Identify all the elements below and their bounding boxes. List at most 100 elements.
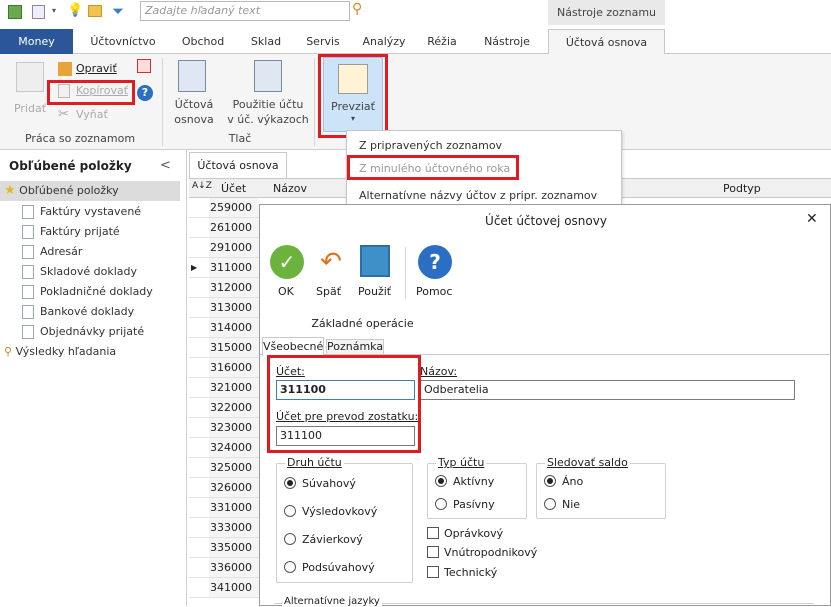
favorites-root[interactable]: ★ Obľúbené položky — [0, 181, 180, 201]
usage-label-2: v úč. výkazoch — [227, 113, 309, 126]
favorites-item-label: Faktúry prijaté — [40, 225, 120, 238]
table-row[interactable]: 321000 — [189, 378, 259, 398]
favorites-item[interactable]: Faktúry vystavené — [22, 202, 141, 222]
edit-label: Opraviť — [76, 62, 117, 75]
radio-passive-label: Pasívny — [453, 498, 495, 511]
search-results-item[interactable]: ⚲ Výsledky hľadania — [4, 342, 116, 362]
table-row[interactable]: 316000 — [189, 358, 259, 378]
table-row[interactable]: 326000 — [189, 478, 259, 498]
favorites-item-label: Bankové doklady — [40, 305, 135, 318]
lightbulb-icon[interactable]: 💡 — [67, 3, 83, 18]
table-row[interactable]: 313000 — [189, 298, 259, 318]
account-kind-title: Druh účtu — [285, 456, 344, 469]
table-row[interactable]: 341000 — [189, 578, 259, 598]
collapse-pane-icon[interactable]: < — [160, 158, 171, 173]
favorites-item-label: Adresár — [40, 245, 83, 258]
table-row[interactable]: 335000 — [189, 538, 259, 558]
table-row[interactable]: 324000 — [189, 438, 259, 458]
favorites-item[interactable]: Pokladničné doklady — [22, 282, 153, 302]
table-row[interactable]: 312000 — [189, 278, 259, 298]
document-icon — [22, 305, 34, 319]
checkbox-technical[interactable] — [427, 566, 439, 578]
radio-yes[interactable] — [544, 475, 556, 487]
tab-sklad[interactable]: Sklad — [242, 29, 290, 54]
favorites-item[interactable]: Objednávky prijaté — [22, 322, 144, 342]
column-header-account[interactable]: Účet — [221, 182, 246, 195]
cut-button[interactable]: ✂ Vyňať — [58, 106, 138, 124]
row-pointer-icon: ▶ — [191, 263, 198, 272]
tab-uctovnictvo[interactable]: Účtovníctvo — [82, 29, 164, 54]
table-row[interactable]: 291000 — [189, 238, 259, 258]
table-row[interactable]: 314000 — [189, 318, 259, 338]
column-header-subtype[interactable]: Podtyp — [723, 182, 761, 195]
table-row[interactable]: 331000 — [189, 498, 259, 518]
favorites-item[interactable]: Bankové doklady — [22, 302, 134, 322]
radio-closing[interactable] — [284, 533, 296, 545]
tab-nastroje[interactable]: Nástroje — [472, 29, 542, 54]
checkbox-internal[interactable] — [427, 546, 439, 558]
table-row[interactable]: 323000 — [189, 418, 259, 438]
name-field[interactable]: Odberatelia — [420, 380, 795, 400]
edit-button[interactable]: Opraviť — [58, 60, 138, 78]
menu-item-from-prepared[interactable]: Z pripravených zoznamov — [359, 139, 502, 152]
tab-note[interactable]: Poznámka — [326, 339, 384, 355]
radio-offbalance-label: Podsúvahový — [302, 561, 375, 574]
favorites-item[interactable]: Adresár — [22, 242, 82, 262]
table-row[interactable]: 315000 — [189, 338, 259, 358]
document-icon — [22, 205, 34, 219]
radio-offbalance[interactable] — [284, 561, 296, 573]
search-icon[interactable]: ⚲ — [352, 1, 362, 17]
table-row[interactable]: 259000 — [189, 198, 259, 218]
menu-item-alt-names[interactable]: Alternatívne názvy účtov z pripr. zoznam… — [359, 189, 597, 202]
sort-icon[interactable]: A↓Z — [192, 181, 212, 191]
favorites-item[interactable]: Faktúry prijaté — [22, 222, 120, 242]
account-cell: 335000 — [209, 538, 259, 557]
table-row[interactable]: 333000 — [189, 518, 259, 538]
table-row[interactable]: 336000 — [189, 558, 259, 578]
account-usage-button[interactable]: Použitie účtu v úč. výkazoch — [226, 60, 310, 130]
tab-obchod[interactable]: Obchod — [172, 29, 234, 54]
account-dialog: Účet účtovej osnovy ✕ ✓ OK ↶ Späť Použiť… — [259, 204, 831, 607]
tab-uctova-osnova[interactable]: Účtová osnova — [548, 29, 665, 55]
table-row[interactable]: 261000 — [189, 218, 259, 238]
favorites-item-label: Skladové doklady — [40, 265, 138, 278]
grid-tab[interactable]: Účtová osnova — [189, 152, 287, 178]
add-button[interactable]: Pridať — [10, 60, 50, 116]
radio-no[interactable] — [544, 498, 556, 510]
account-cell: 321000 — [209, 378, 259, 397]
favorites-pane: Obľúbené položky < ★ Obľúbené položky Fa… — [0, 150, 187, 606]
favorites-item[interactable]: Skladové doklady — [22, 262, 137, 282]
radio-passive[interactable] — [435, 498, 447, 510]
app-icon[interactable] — [8, 5, 22, 19]
print-label-2: osnova — [174, 113, 214, 126]
tab-general[interactable]: Všeobecné — [262, 337, 324, 356]
document-icon — [22, 245, 34, 259]
radio-income[interactable] — [284, 505, 296, 517]
search-input[interactable]: Zadajte hľadaný text — [140, 1, 350, 21]
account-cell: 323000 — [209, 418, 259, 437]
document-icon — [22, 285, 34, 299]
table-row[interactable]: 322000 — [189, 398, 259, 418]
tab-analyzy[interactable]: Analýzy — [356, 29, 412, 54]
checkbox-valuation[interactable] — [427, 527, 439, 539]
tab-rezia[interactable]: Réžia — [420, 29, 464, 54]
column-header-name[interactable]: Názov — [273, 182, 307, 195]
close-icon[interactable]: ✕ — [806, 211, 818, 227]
folder-icon[interactable] — [88, 5, 102, 17]
export-icon[interactable] — [137, 59, 151, 73]
chevron-down-icon[interactable]: ▾ — [52, 6, 56, 15]
tab-servis[interactable]: Servis — [298, 29, 348, 54]
help-icon[interactable]: ? — [137, 85, 153, 101]
chart-of-accounts-print-button[interactable]: Účtová osnova — [170, 60, 218, 130]
radio-balance[interactable] — [284, 477, 296, 489]
radio-active[interactable] — [435, 475, 447, 487]
table-row[interactable]: ▶ 311000 — [189, 258, 259, 278]
filter-icon[interactable]: ⏷ — [112, 2, 124, 20]
list-icon[interactable] — [32, 5, 45, 19]
apply-button[interactable]: Použiť — [356, 245, 396, 301]
help-button[interactable]: ? Pomoc — [416, 245, 456, 301]
account-cell: 331000 — [209, 498, 259, 517]
table-row[interactable]: 325000 — [189, 458, 259, 478]
tab-money[interactable]: Money — [0, 29, 73, 54]
back-button[interactable]: ↶ Späť — [312, 245, 352, 301]
